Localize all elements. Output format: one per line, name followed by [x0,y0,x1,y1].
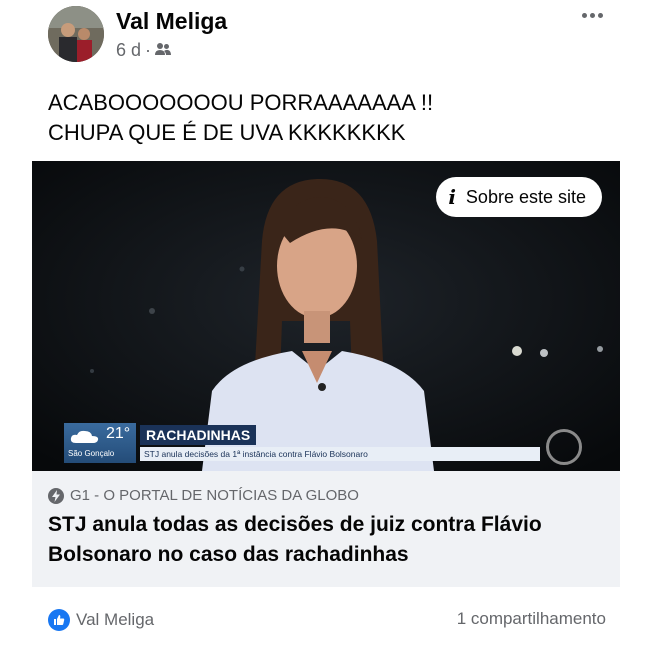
like-icon [48,609,70,631]
tv-topic: RACHADINHAS [140,425,257,445]
about-site-button[interactable]: i Sobre este site [436,177,602,217]
post-text-line-2: CHUPA QUE É DE UVA KKKKKKKK [48,120,406,145]
link-preview-card[interactable]: i Sobre este site 21° São Gonçalo RACHAD… [32,161,620,587]
lightning-icon [48,487,64,504]
cloud-icon [70,430,99,443]
link-source: G1 - O PORTAL DE NOTÍCIAS DA GLOBO [48,487,604,504]
tv-crawl: STJ anula decisões da 1ª instância contr… [140,447,540,461]
post-header: Val Meliga 6 d · [42,6,612,64]
link-info[interactable]: G1 - O PORTAL DE NOTÍCIAS DA GLOBO STJ a… [32,471,620,587]
post-text-line-1: ACABOOOOOOOU PORRAAAAAAA !! [48,90,434,115]
link-source-text: G1 - O PORTAL DE NOTÍCIAS DA GLOBO [70,487,359,504]
link-preview-image[interactable]: i Sobre este site 21° São Gonçalo RACHAD… [32,161,620,471]
avatar[interactable] [48,6,104,62]
link-headline[interactable]: STJ anula todas as decisões de juiz cont… [48,510,588,570]
globo-logo-icon [546,429,582,465]
about-site-label: Sobre este site [465,186,586,207]
weather-temperature: 21° [106,425,131,442]
post-time[interactable]: 6 d [116,40,141,61]
reactions-summary[interactable]: Val Meliga [48,609,154,631]
meta-separator: · [145,40,152,60]
author-name[interactable]: Val Meliga [116,8,227,35]
reactor-name: Val Meliga [76,610,155,629]
info-icon: i [448,185,456,209]
friends-icon[interactable] [155,40,172,61]
shares-count[interactable]: 1 compartilhamento [457,609,606,629]
more-options-icon[interactable] [576,6,608,24]
weather-box: 21° São Gonçalo [64,423,136,463]
post-text: ACABOOOOOOOU PORRAAAAAAA !! CHUPA QUE É … [48,88,433,148]
post-footer: Val Meliga 1 compartilhamento [48,606,608,636]
weather-city: São Gonçalo [68,449,115,458]
post-meta: 6 d · [116,40,172,61]
